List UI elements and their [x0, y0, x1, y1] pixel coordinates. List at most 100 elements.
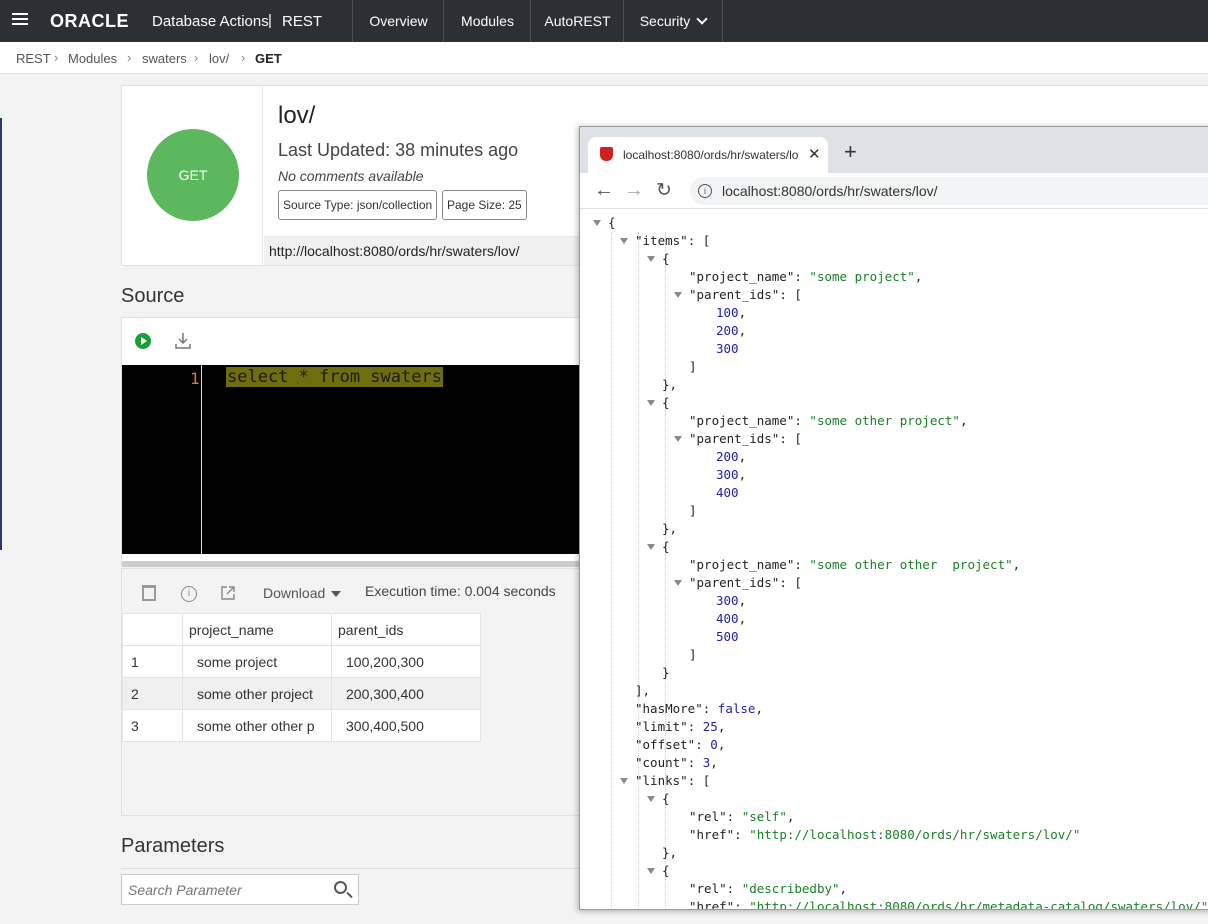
download-label: Download [263, 585, 326, 601]
site-info-icon[interactable]: i [698, 184, 712, 198]
collapse-toggle-icon[interactable] [647, 400, 655, 406]
chevron-right-icon: › [54, 50, 59, 65]
row-index: 2 [122, 677, 183, 710]
column-header-project-name[interactable]: project_name [182, 613, 332, 646]
table-row[interactable]: 3 some other other p 300,400,500 [122, 709, 481, 742]
handler-title: lov/ [278, 102, 316, 129]
json-line: 300, [716, 467, 747, 482]
search-icon[interactable] [334, 881, 347, 894]
column-header-parent-ids[interactable]: parent_ids [331, 613, 481, 646]
editor-scrollbar[interactable] [122, 561, 592, 567]
json-line: }, [662, 521, 678, 536]
json-line: "parent_ids": [ [689, 575, 802, 590]
trash-icon[interactable] [142, 585, 156, 601]
indent-guide [638, 232, 639, 909]
results-table: project_name parent_ids 1 some project 1… [122, 613, 481, 742]
source-editor-card: 1 select * from swaters [121, 317, 592, 567]
collapse-toggle-icon[interactable] [620, 778, 628, 784]
chevron-right-icon: › [194, 50, 199, 65]
handler-url[interactable]: http://localhost:8080/ords/hr/swaters/lo… [264, 236, 584, 265]
json-line: "href": "http://localhost:8080/ords/hr/m… [689, 899, 1208, 909]
json-line: { [608, 215, 616, 230]
line-number: 1 [190, 369, 200, 388]
json-line: "hasMore": false, [635, 701, 763, 716]
address-bar[interactable]: i localhost:8080/ords/hr/swaters/lov/ [690, 177, 1208, 205]
json-line: "href": "http://localhost:8080/ords/hr/s… [689, 827, 1081, 842]
open-external-icon[interactable] [220, 585, 236, 601]
cell-project-name[interactable]: some other project [182, 677, 332, 710]
top-navbar: ORACLE Database Actions | REST Overview … [0, 0, 1208, 42]
breadcrumb-module[interactable]: swaters [142, 51, 187, 66]
nav-autorest[interactable]: AutoREST [530, 0, 624, 42]
json-line: "limit": 25, [635, 719, 726, 734]
row-index-header [122, 613, 183, 646]
json-line: 500 [716, 629, 739, 644]
left-edge-strip [0, 118, 2, 550]
json-line: { [662, 863, 670, 878]
app-section: REST [282, 13, 323, 30]
cell-parent-ids[interactable]: 200,300,400 [331, 677, 481, 710]
cell-parent-ids[interactable]: 100,200,300 [331, 645, 481, 678]
collapse-toggle-icon[interactable] [647, 868, 655, 874]
divider [121, 868, 591, 869]
json-line: "items": [ [635, 233, 711, 248]
json-line: { [662, 395, 670, 410]
json-line: { [662, 539, 670, 554]
cell-project-name[interactable]: some other other p [182, 709, 332, 742]
json-line: 100, [716, 305, 747, 320]
hamburger-menu-icon[interactable] [12, 13, 28, 27]
table-row[interactable]: 2 some other project 200,300,400 [122, 677, 481, 710]
json-line: "links": [ [635, 773, 711, 788]
table-row[interactable]: 1 some project 100,200,300 [122, 645, 481, 678]
code-editor[interactable]: 1 select * from swaters [122, 365, 592, 554]
collapse-toggle-icon[interactable] [647, 256, 655, 262]
json-line: } [662, 665, 670, 680]
breadcrumb-modules[interactable]: Modules [68, 51, 117, 66]
chevron-right-icon: › [241, 50, 246, 65]
chevron-right-icon: › [127, 50, 132, 65]
close-icon[interactable]: ✕ [808, 145, 821, 163]
json-line: ] [689, 359, 697, 374]
back-arrow-icon[interactable]: ← [594, 179, 614, 202]
collapse-toggle-icon[interactable] [674, 436, 682, 442]
cell-project-name[interactable]: some project [182, 645, 332, 678]
breadcrumb: REST › Modules › swaters › lov/ › GET [0, 42, 1208, 74]
collapse-toggle-icon[interactable] [674, 292, 682, 298]
collapse-toggle-icon[interactable] [620, 238, 628, 244]
cell-parent-ids[interactable]: 300,400,500 [331, 709, 481, 742]
run-icon[interactable] [135, 333, 151, 349]
browser-tab[interactable]: localhost:8080/ords/hr/swaters/lov/ ✕ [588, 137, 828, 173]
nav-modules[interactable]: Modules [443, 0, 531, 42]
new-tab-icon[interactable]: + [844, 139, 857, 165]
address-text[interactable]: localhost:8080/ords/hr/swaters/lov/ [722, 183, 938, 199]
address-toolbar: ← → ↻ i localhost:8080/ords/hr/swaters/l… [580, 173, 1208, 209]
json-line: }, [662, 845, 678, 860]
search-input[interactable] [122, 875, 327, 904]
breadcrumb-template[interactable]: lov/ [209, 51, 229, 66]
collapse-toggle-icon[interactable] [647, 544, 655, 550]
sql-code[interactable]: select * from swaters [226, 367, 443, 387]
parameters-heading: Parameters [121, 835, 225, 857]
json-line: "project_name": "some other project", [689, 413, 968, 428]
collapse-toggle-icon[interactable] [593, 220, 601, 226]
json-line: 200, [716, 323, 747, 338]
download-dropdown[interactable]: Download [263, 585, 342, 601]
source-heading: Source [121, 285, 185, 307]
app-name: Database Actions [152, 13, 269, 30]
download-icon[interactable] [175, 332, 191, 350]
nav-overview[interactable]: Overview [352, 0, 444, 42]
method-badge: GET [147, 129, 239, 221]
json-line: 400 [716, 485, 739, 500]
json-line: { [662, 791, 670, 806]
json-line: 400, [716, 611, 747, 626]
forward-arrow-icon[interactable]: → [624, 179, 644, 202]
nav-security[interactable]: Security [623, 0, 723, 42]
execution-time: Execution time: 0.004 seconds [365, 583, 556, 599]
collapse-toggle-icon[interactable] [647, 796, 655, 802]
breadcrumb-rest[interactable]: REST [16, 51, 51, 66]
source-type-chip: Source Type: json/collection [278, 190, 438, 220]
info-icon[interactable]: i [181, 586, 197, 602]
collapse-toggle-icon[interactable] [674, 580, 682, 586]
shield-favicon-icon [600, 147, 613, 161]
reload-icon[interactable]: ↻ [656, 179, 672, 202]
